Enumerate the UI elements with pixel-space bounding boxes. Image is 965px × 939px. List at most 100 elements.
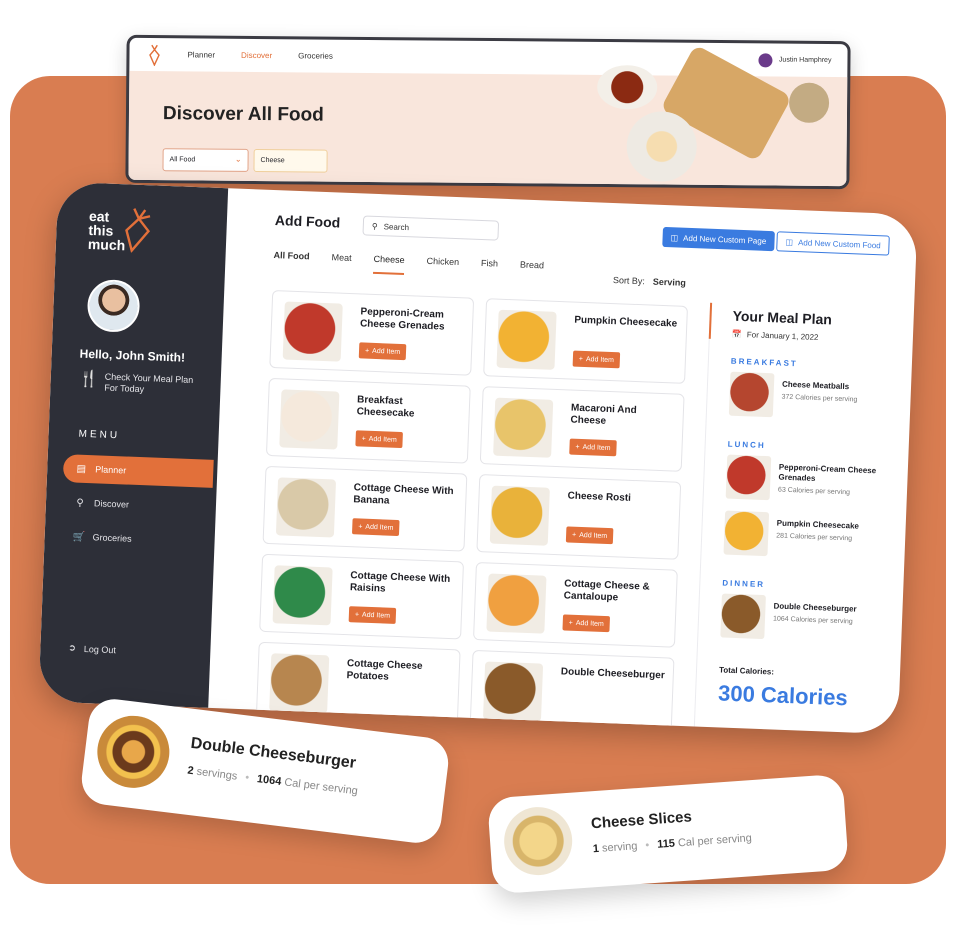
food-filter-select[interactable]: All Food ⌄ — [162, 148, 249, 172]
add-item-button[interactable]: + Add Item — [348, 606, 397, 624]
meal-calories: 281 Calories per serving — [776, 532, 853, 543]
add-label: Add Item — [579, 531, 608, 540]
meal-plan-date[interactable]: 📅 For January 1, 2022 — [732, 330, 909, 346]
tab-bread[interactable]: Bread — [519, 259, 544, 280]
food-card[interactable]: Cottage Cheese & Cantaloupe + Add Item — [473, 562, 678, 648]
add-item-button[interactable]: + Add Item — [569, 438, 617, 457]
add-item-button[interactable]: + Add Item — [358, 342, 407, 361]
food-image — [489, 485, 550, 546]
meal-item[interactable]: Pumpkin Cheesecake 281 Calories per serv… — [723, 510, 902, 568]
carrot-logo-icon — [149, 44, 160, 66]
check-text: Check Your Meal Plan For Today — [104, 372, 193, 397]
tab-fish[interactable]: Fish — [480, 258, 498, 279]
card-details: 1 serving • 115 Cal per serving — [592, 832, 752, 855]
calories-count: 1064 — [256, 773, 283, 789]
add-custom-page-button[interactable]: ◫ Add New Custom Page — [662, 226, 775, 252]
food-card[interactable]: Pepperoni-Cream Cheese Grenades + Add Ite… — [269, 289, 475, 376]
page-icon: ◫ — [670, 232, 679, 243]
meal-item[interactable]: Double Cheeseburger 1064 Calories per se… — [720, 593, 899, 650]
meal-name: Pepperoni-Cream Cheese Grenades — [778, 462, 877, 483]
add-item-button[interactable]: + Add Item — [351, 518, 400, 537]
add-item-button[interactable]: + Add Item — [572, 350, 621, 369]
add-label: Add Item — [582, 443, 611, 452]
add-item-button[interactable]: + Add Item — [562, 614, 611, 633]
nav-discover[interactable]: Discover — [241, 51, 272, 60]
logout-button[interactable]: ➲ Log Out — [68, 642, 116, 655]
main-content: Add Food ⚲ Search ◫ Add New Custom Page ◫ A… — [208, 188, 917, 735]
card-title: Cheese Slices — [590, 808, 693, 833]
category-tabs: All Food Meat Cheese Chicken Fish Bread — [273, 250, 544, 280]
food-card[interactable]: Cheese Rosti + Add Item — [476, 474, 682, 560]
food-name: Cottage Cheese With Banana — [353, 482, 454, 507]
sidebar-item-discover[interactable]: ⚲ Discover — [61, 488, 212, 522]
food-card[interactable]: Breakfast Cheesecake + Add Item — [265, 377, 471, 464]
nav-planner[interactable]: Planner — [187, 50, 215, 59]
planner-icon: ▤ — [76, 463, 87, 475]
food-card[interactable]: Pumpkin Cheesecake + Add Item — [483, 298, 688, 384]
filter-value: All Food — [169, 156, 196, 164]
tab-meat[interactable]: Meat — [331, 252, 351, 273]
check-meal-plan[interactable]: 🍴 Check Your Meal Plan For Today — [78, 371, 193, 397]
section-dinner: DINNER — [722, 578, 766, 590]
add-label: Add Item — [365, 523, 394, 532]
food-image — [279, 389, 340, 450]
logout-icon: ➲ — [68, 642, 77, 653]
sauce-bowl-image — [597, 64, 658, 110]
food-image — [493, 397, 554, 458]
meal-plan-title: Your Meal Plan — [732, 307, 833, 328]
section-title: Add Food — [274, 212, 341, 231]
add-item-button[interactable]: + Add Item — [565, 526, 614, 545]
meal-image — [728, 371, 775, 418]
avatar[interactable] — [86, 278, 141, 333]
sidebar-item-label: Groceries — [92, 532, 132, 544]
date-text: For January 1, 2022 — [746, 330, 819, 342]
page-title: Discover All Food — [162, 103, 324, 126]
food-icon: ◫ — [785, 237, 794, 247]
food-image — [282, 301, 343, 362]
menu-heading: MENU — [78, 428, 121, 442]
food-grid: Pepperoni-Cream Cheese Grenades + Add Ite… — [255, 289, 688, 735]
user-menu[interactable]: Justin Hamphrey — [758, 52, 832, 68]
add-label: Add Item — [371, 347, 401, 356]
user-name: Justin Hamphrey — [778, 56, 832, 64]
meal-name: Cheese Meatballs — [781, 379, 850, 392]
meal-image — [725, 454, 772, 501]
add-label: Add Item — [361, 611, 391, 620]
calories-count: 115 — [656, 837, 676, 851]
spices-image — [788, 82, 830, 123]
discover-window: Planner Discover Groceries Justin Hamphr… — [125, 34, 851, 190]
button-label: Add New Custom Food — [797, 237, 881, 250]
check-line: For Today — [104, 382, 145, 395]
food-image — [496, 309, 557, 370]
calories-label: Cal per serving — [283, 776, 359, 798]
add-item-button[interactable]: + Add Item — [355, 430, 404, 449]
search-input[interactable]: Cheese — [253, 148, 328, 173]
food-image — [272, 565, 333, 626]
meal-image — [723, 510, 770, 557]
sort-by[interactable]: Sort By: Serving — [613, 275, 686, 288]
meal-item[interactable]: Cheese Meatballs 372 Calories per servin… — [728, 371, 908, 429]
food-card[interactable]: Cottage Cheese With Raisins + Add Item — [259, 553, 465, 640]
meal-calories: 372 Calories per serving — [781, 393, 858, 404]
cheese-image — [501, 804, 575, 878]
tab-all-food[interactable]: All Food — [273, 250, 309, 271]
plus-icon: + — [358, 522, 363, 531]
meal-image — [720, 593, 766, 640]
add-custom-food-button[interactable]: ◫ Add New Custom Food — [776, 231, 891, 256]
stage: Planner Discover Groceries Justin Hamphr… — [0, 0, 965, 939]
chevron-down-icon: ⌄ — [234, 154, 242, 164]
nav-groceries[interactable]: Groceries — [298, 51, 333, 60]
search-input[interactable]: ⚲ Search — [362, 215, 500, 241]
avatar — [758, 52, 773, 67]
meal-name: Double Cheeseburger — [773, 601, 857, 614]
food-card[interactable]: Macaroni And Cheese + Add Item — [479, 386, 685, 472]
meal-item[interactable]: Pepperoni-Cream Cheese Grenades 63 Calor… — [725, 454, 904, 512]
tab-cheese[interactable]: Cheese — [373, 253, 405, 276]
sidebar-item-groceries[interactable]: 🛒 Groceries — [60, 522, 211, 556]
food-name: Pumpkin Cheesecake — [574, 314, 678, 330]
food-card[interactable]: Cottage Cheese With Banana + Add Item — [262, 465, 468, 552]
sidebar-item-label: Planner — [95, 464, 127, 476]
search-icon: ⚲ — [76, 497, 84, 509]
tab-chicken[interactable]: Chicken — [426, 256, 459, 277]
sidebar-item-planner[interactable]: ▤ Planner — [62, 454, 214, 488]
